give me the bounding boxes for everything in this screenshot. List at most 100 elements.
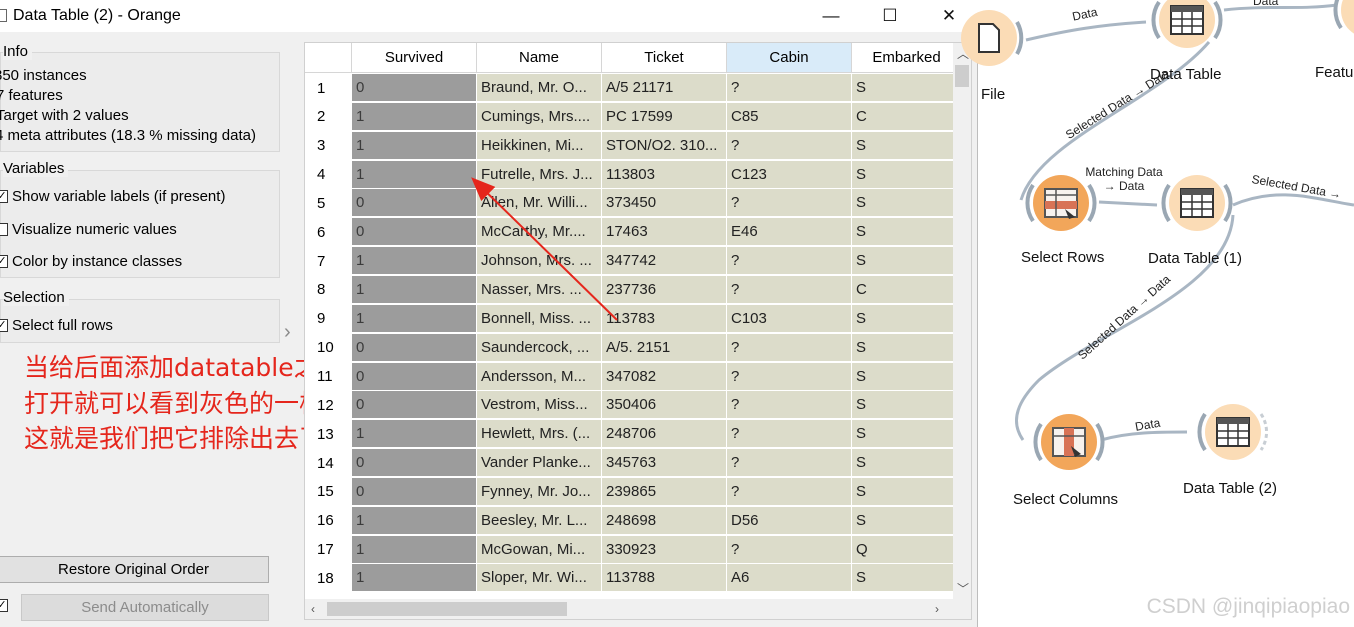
scroll-right-icon[interactable]: › <box>935 602 939 616</box>
table-cell[interactable]: 330923 <box>602 535 727 564</box>
table-cell[interactable]: Futrelle, Mrs. J... <box>477 160 602 189</box>
table-cell[interactable]: McCarthy, Mr.... <box>477 218 602 247</box>
table-cell[interactable]: 0 <box>352 477 477 506</box>
table-cell[interactable]: Andersson, M... <box>477 362 602 391</box>
scroll-left-icon[interactable]: ‹ <box>311 602 315 616</box>
table-cell[interactable]: Vander Planke... <box>477 449 602 478</box>
feature-node[interactable] <box>1331 0 1354 48</box>
vertical-scrollbar[interactable]: ︿ ﹀ <box>953 43 971 619</box>
row-number[interactable]: 8 <box>305 276 352 304</box>
table-cell[interactable]: 1 <box>352 564 477 593</box>
table-cell[interactable]: 1 <box>352 275 477 304</box>
row-number[interactable]: 1 <box>305 74 352 102</box>
table-cell[interactable]: 1 <box>352 131 477 160</box>
data-table[interactable]: Survived Name Ticket Cabin Embarked 1 0 Braund,… <box>304 42 972 620</box>
chevron-right-icon[interactable]: › <box>284 321 291 344</box>
table-cell[interactable]: Q <box>852 535 962 564</box>
table-cell[interactable]: Johnson, Mrs. ... <box>477 247 602 276</box>
table-cell[interactable]: 248706 <box>602 420 727 449</box>
table-cell[interactable]: McGowan, Mi... <box>477 535 602 564</box>
table-cell[interactable]: Hewlett, Mrs. (... <box>477 420 602 449</box>
table-cell[interactable]: Nasser, Mrs. ... <box>477 275 602 304</box>
table-cell[interactable]: C123 <box>727 160 852 189</box>
color-by-class-checkbox[interactable]: ✓ Color by instance classes <box>0 253 182 270</box>
table-cell[interactable]: ? <box>727 333 852 362</box>
table-cell[interactable]: C <box>852 275 962 304</box>
row-number[interactable]: 13 <box>305 420 352 448</box>
table-cell[interactable]: 113788 <box>602 564 727 593</box>
auto-send-checkbox[interactable]: ✓ <box>0 599 12 612</box>
table-cell[interactable]: 0 <box>352 74 477 102</box>
table-cell[interactable]: Vestrom, Miss... <box>477 391 602 420</box>
table-cell[interactable]: 0 <box>352 449 477 478</box>
maximize-button[interactable]: ☐ <box>861 0 919 32</box>
table-cell[interactable]: S <box>852 420 962 449</box>
row-number[interactable]: 5 <box>305 189 352 217</box>
data-table-node[interactable] <box>1149 0 1225 58</box>
table-cell[interactable]: D56 <box>727 506 852 535</box>
row-number[interactable]: 11 <box>305 363 352 391</box>
table-cell[interactable]: S <box>852 218 962 247</box>
table-cell[interactable]: 0 <box>352 362 477 391</box>
workflow-canvas[interactable]: File Data Table Featu Select Rows Data T… <box>961 0 1354 627</box>
row-number[interactable]: 4 <box>305 161 352 189</box>
row-number[interactable]: 10 <box>305 334 352 362</box>
horizontal-scroll-thumb[interactable] <box>327 602 567 616</box>
table-cell[interactable]: Bonnell, Miss. ... <box>477 304 602 333</box>
table-cell[interactable]: ? <box>727 535 852 564</box>
table-cell[interactable]: S <box>852 391 962 420</box>
table-cell[interactable]: ? <box>727 420 852 449</box>
file-node[interactable] <box>951 0 1027 76</box>
table-cell[interactable]: C85 <box>727 102 852 131</box>
row-number[interactable]: 18 <box>305 564 352 592</box>
table-cell[interactable]: C103 <box>727 304 852 333</box>
show-variable-labels-checkbox[interactable]: ✓ Show variable labels (if present) <box>0 188 225 205</box>
table-cell[interactable]: Sloper, Mr. Wi... <box>477 564 602 593</box>
visualize-numeric-checkbox[interactable]: Visualize numeric values <box>0 221 177 238</box>
table-cell[interactable]: Saundercock, ... <box>477 333 602 362</box>
table-cell[interactable]: 1 <box>352 535 477 564</box>
row-number[interactable]: 15 <box>305 478 352 506</box>
table-cell[interactable]: Allen, Mr. Willi... <box>477 189 602 218</box>
table-cell[interactable]: 17463 <box>602 218 727 247</box>
table-cell[interactable]: S <box>852 362 962 391</box>
table-cell[interactable]: S <box>852 74 962 102</box>
table-cell[interactable]: ? <box>727 247 852 276</box>
column-header[interactable]: Embarked <box>852 43 962 73</box>
table-cell[interactable]: 113803 <box>602 160 727 189</box>
table-cell[interactable]: PC 17599 <box>602 102 727 131</box>
row-number[interactable]: 16 <box>305 507 352 535</box>
table-cell[interactable]: 237736 <box>602 275 727 304</box>
table-cell[interactable]: 0 <box>352 333 477 362</box>
table-cell[interactable]: 347742 <box>602 247 727 276</box>
column-header[interactable]: Name <box>477 43 602 73</box>
table-cell[interactable]: ? <box>727 275 852 304</box>
table-cell[interactable]: 350406 <box>602 391 727 420</box>
table-cell[interactable]: S <box>852 333 962 362</box>
table-cell[interactable]: 0 <box>352 391 477 420</box>
scroll-down-icon[interactable]: ﹀ <box>957 580 969 597</box>
column-header[interactable]: Ticket <box>602 43 727 73</box>
table-cell[interactable]: Beesley, Mr. L... <box>477 506 602 535</box>
row-number[interactable]: 14 <box>305 449 352 477</box>
table-cell[interactable]: 113783 <box>602 304 727 333</box>
row-number[interactable]: 7 <box>305 247 352 275</box>
table-cell[interactable]: Braund, Mr. O... <box>477 74 602 102</box>
row-number[interactable]: 17 <box>305 536 352 564</box>
table-cell[interactable]: ? <box>727 391 852 420</box>
table-cell[interactable]: Fynney, Mr. Jo... <box>477 477 602 506</box>
send-automatically-button[interactable]: Send Automatically <box>21 594 269 621</box>
table-cell[interactable]: 1 <box>352 420 477 449</box>
table-cell[interactable]: E46 <box>727 218 852 247</box>
table-cell[interactable]: 1 <box>352 506 477 535</box>
table-cell[interactable]: S <box>852 160 962 189</box>
table-corner[interactable] <box>305 43 352 73</box>
data-table-1-node[interactable] <box>1159 165 1235 241</box>
select-columns-node[interactable] <box>1031 404 1107 480</box>
table-cell[interactable]: A/5 21171 <box>602 74 727 102</box>
row-number[interactable]: 6 <box>305 218 352 246</box>
table-cell[interactable]: 1 <box>352 160 477 189</box>
table-cell[interactable]: S <box>852 304 962 333</box>
table-cell[interactable]: 1 <box>352 102 477 131</box>
table-cell[interactable]: ? <box>727 362 852 391</box>
